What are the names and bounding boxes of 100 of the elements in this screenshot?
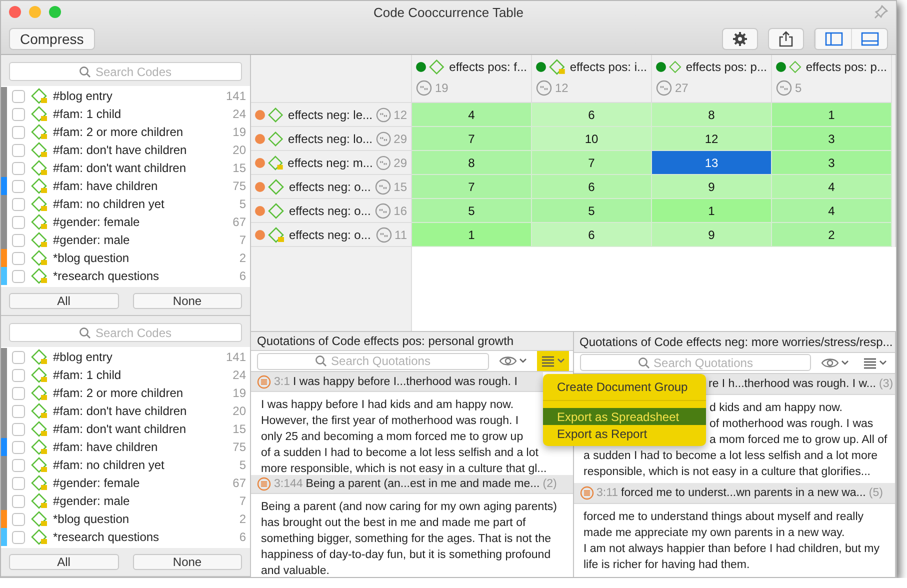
table-cell[interactable]: 3 (772, 127, 892, 151)
all-button[interactable]: All (9, 554, 118, 570)
code-name[interactable]: #fam: have children (53, 179, 233, 193)
panel-toggle-button[interactable] (815, 28, 851, 48)
table-cell[interactable]: 10 (532, 127, 652, 151)
code-name[interactable]: #fam: no children yet (53, 197, 240, 211)
code-name[interactable]: #fam: 1 child (53, 107, 233, 121)
column-header[interactable]: effects pos: p... 27 (652, 55, 772, 103)
none-button[interactable]: None (132, 293, 242, 309)
code-name[interactable]: #fam: have children (53, 440, 233, 454)
table-cell[interactable]: 5 (412, 199, 532, 223)
code-name[interactable]: #fam: don't want children (53, 422, 233, 436)
code-name[interactable]: #gender: female (53, 215, 233, 229)
table-cell[interactable]: 2 (772, 223, 892, 247)
table-cell[interactable]: 9 (652, 223, 772, 247)
table-cell[interactable]: 13 (652, 151, 772, 175)
table-cell[interactable]: 12 (652, 127, 772, 151)
checkbox[interactable] (12, 476, 25, 490)
checkbox[interactable] (12, 512, 25, 526)
code-name[interactable]: #fam: don't want children (53, 161, 233, 175)
quotation-header[interactable]: re I h...therhood was rough. I w... (3) (702, 374, 895, 395)
row-header[interactable]: effects neg: o... 11 (251, 223, 412, 247)
table-cell[interactable]: 6 (532, 175, 652, 199)
row-header[interactable]: effects neg: o... 16 (251, 199, 412, 223)
table-cell[interactable]: 4 (412, 103, 532, 127)
column-title: effects pos: p... (806, 60, 887, 74)
minimize-button[interactable] (29, 6, 41, 18)
code-name[interactable]: #fam: don't have children (53, 143, 233, 157)
share-button[interactable] (768, 28, 804, 50)
table-cell[interactable]: 1 (652, 199, 772, 223)
quotation-header[interactable]: 3:1 I was happy before I...therhood was rough. I (251, 372, 542, 392)
checkbox[interactable] (12, 180, 25, 192)
quotation-header[interactable]: 3:144 Being a parent (an...est in me and made me... (2) (251, 474, 572, 494)
row-header[interactable]: effects neg: o... 15 (251, 175, 412, 199)
table-cell[interactable]: 5 (532, 199, 652, 223)
code-name[interactable]: #fam: don't have children (53, 404, 233, 418)
table-cell[interactable]: 3 (772, 151, 892, 175)
table-cell[interactable]: 9 (652, 175, 772, 199)
column-header[interactable]: effects pos: i... 12 (532, 55, 652, 103)
menu-item[interactable]: Export as Report (543, 425, 706, 442)
settings-button[interactable] (722, 28, 758, 50)
checkbox[interactable] (12, 126, 25, 138)
code-name[interactable]: #blog entry (53, 350, 226, 364)
code-name[interactable]: #fam: 1 child (53, 368, 233, 382)
checkbox[interactable] (12, 144, 25, 156)
column-header[interactable]: effects pos: f... 19 (412, 55, 532, 103)
table-cell[interactable]: 8 (652, 103, 772, 127)
code-name[interactable]: #gender: female (53, 476, 233, 490)
code-name[interactable]: #fam: no children yet (53, 458, 240, 472)
table-cell[interactable]: 4 (772, 199, 892, 223)
table-cell[interactable]: 4 (772, 175, 892, 199)
checkbox[interactable] (12, 530, 25, 544)
table-cell[interactable]: 1 (772, 103, 892, 127)
checkbox[interactable] (12, 440, 25, 454)
code-name[interactable]: *blog question (53, 512, 240, 526)
row-header[interactable]: effects neg: lo... 29 (251, 127, 412, 151)
row-header[interactable]: effects neg: le... 12 (251, 103, 412, 127)
table-cell[interactable]: 7 (412, 127, 532, 151)
table-cell[interactable]: 7 (412, 175, 532, 199)
checkbox[interactable] (12, 270, 25, 282)
table-cell[interactable]: 7 (532, 151, 652, 175)
list-menu-button[interactable] (536, 351, 568, 372)
code-name[interactable]: *research questions (53, 530, 240, 544)
checkbox[interactable] (12, 234, 25, 246)
checkbox[interactable] (12, 350, 25, 364)
menu-item[interactable]: Export as Spreadsheet (543, 408, 706, 425)
code-name[interactable]: #fam: 2 or more children (53, 125, 233, 139)
checkbox[interactable] (12, 386, 25, 400)
checkbox[interactable] (12, 162, 25, 174)
code-name[interactable]: *blog question (53, 251, 240, 265)
code-name[interactable]: *research questions (53, 269, 240, 283)
checkbox[interactable] (12, 458, 25, 472)
checkbox[interactable] (12, 90, 25, 102)
zoom-button[interactable] (49, 6, 61, 18)
panel-toggle-button[interactable] (851, 28, 887, 48)
window-title: Code Cooccurrence Table (372, 4, 525, 20)
table-cell[interactable]: 8 (412, 151, 532, 175)
quotation-header[interactable]: 3:11 forced me to underst...wn parents in a new wa... (5) (574, 482, 895, 504)
checkbox[interactable] (12, 422, 25, 436)
compress-button[interactable]: Compress (9, 28, 95, 50)
checkbox[interactable] (12, 108, 25, 120)
checkbox[interactable] (12, 252, 25, 264)
code-name[interactable]: #gender: male (53, 494, 240, 508)
checkbox[interactable] (12, 368, 25, 382)
checkbox[interactable] (12, 494, 25, 508)
table-cell[interactable]: 1 (412, 223, 532, 247)
pin-icon[interactable] (874, 5, 888, 19)
none-button[interactable]: None (132, 554, 242, 570)
row-header[interactable]: effects neg: m... 29 (251, 151, 412, 175)
table-cell[interactable]: 6 (532, 223, 652, 247)
all-button[interactable]: All (9, 293, 118, 309)
code-name[interactable]: #gender: male (53, 233, 240, 247)
code-name[interactable]: #blog entry (53, 89, 226, 103)
checkbox[interactable] (12, 198, 25, 210)
table-cell[interactable]: 6 (532, 103, 652, 127)
column-header[interactable]: effects pos: p... 5 (772, 55, 892, 103)
close-button[interactable] (9, 6, 21, 18)
checkbox[interactable] (12, 404, 25, 418)
checkbox[interactable] (12, 216, 25, 228)
code-name[interactable]: #fam: 2 or more children (53, 386, 233, 400)
